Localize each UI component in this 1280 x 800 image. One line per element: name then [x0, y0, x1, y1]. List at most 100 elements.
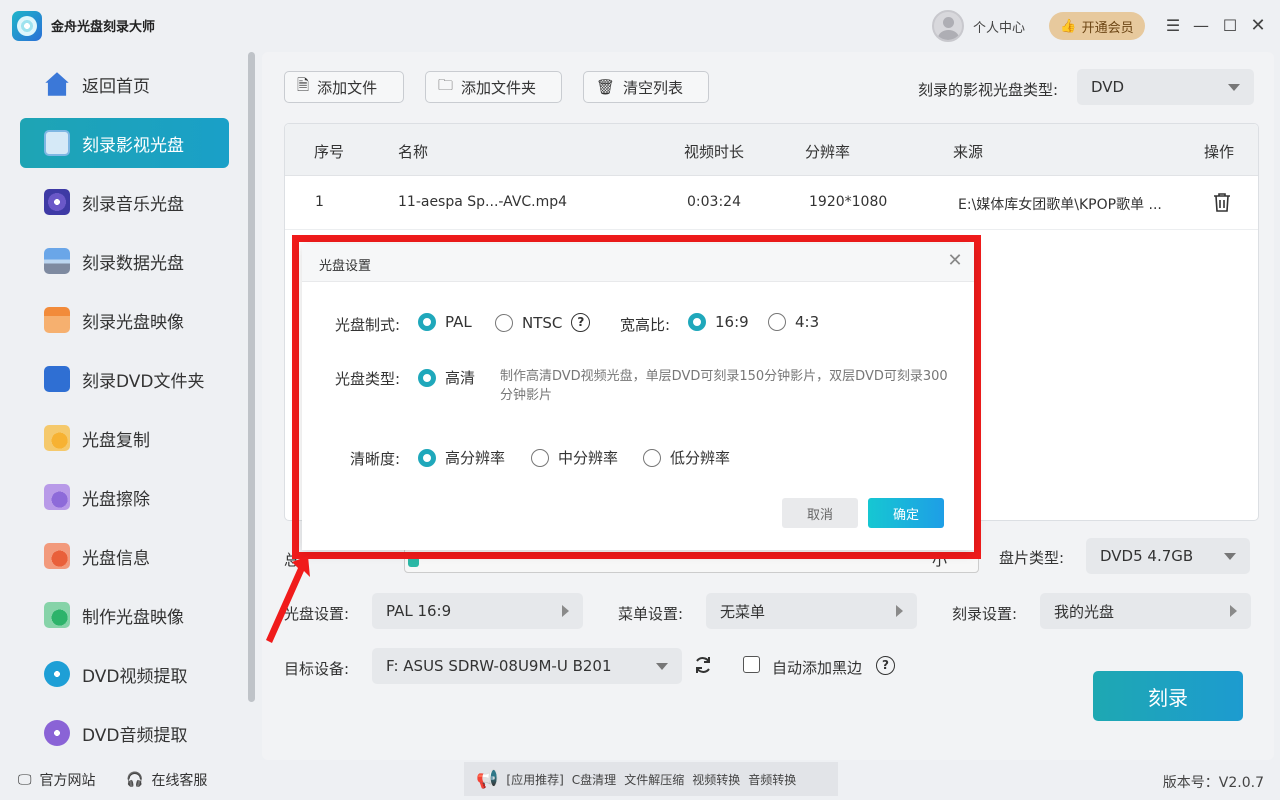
media-type-label: 盘片类型: [999, 549, 1065, 567]
refresh-icon[interactable] [693, 655, 713, 675]
maximize-icon[interactable]: ☐ [1219, 14, 1241, 36]
sidebar-item-label: DVD音频提取 [82, 725, 188, 746]
radio-unchecked-icon [495, 313, 513, 332]
data-disc-icon [44, 248, 70, 274]
add-folder-button[interactable]: 🗀 添加文件夹 [425, 71, 562, 103]
radio-unchecked-icon [768, 313, 786, 331]
sidebar-item-label: 刻录数据光盘 [82, 253, 184, 274]
table-header: 序号 名称 视频时长 分辨率 来源 操作 [285, 124, 1258, 176]
menu-settings-select[interactable]: 无菜单 [706, 593, 917, 629]
app-recommend-bar: 📢 [应用推荐] C盘清理 文件解压缩 视频转换 音频转换 [464, 762, 838, 796]
disc-settings-select[interactable]: PAL 16:9 [372, 593, 583, 629]
sidebar-item-label: 刻录光盘映像 [82, 312, 184, 333]
sidebar-item-burn-music[interactable]: 刻录音乐光盘 [20, 177, 229, 227]
row-source: E:\媒体库女团歌单\KPOP歌单 ... [958, 197, 1162, 213]
quality-label: 清晰度: [350, 450, 401, 468]
cancel-button[interactable]: 取消 [782, 498, 858, 528]
chevron-right-icon [562, 605, 569, 617]
sidebar-item-label: 刻录DVD文件夹 [82, 371, 205, 392]
sidebar-item-home[interactable]: 返回首页 [20, 59, 229, 109]
delete-row-icon[interactable] [1213, 192, 1231, 212]
table-row[interactable]: 1 11-aespa Sp...-AVC.mp4 0:03:24 1920*10… [285, 176, 1258, 230]
media-type-value: DVD5 4.7GB [1100, 547, 1194, 565]
format-radio-ntsc[interactable]: NTSC ? [495, 313, 591, 332]
auto-black-border-label: 自动添加黑边 [772, 659, 863, 677]
sidebar-item-label: 光盘擦除 [82, 489, 150, 510]
help-icon[interactable]: ? [571, 313, 591, 332]
target-device-label: 目标设备: [284, 660, 350, 678]
online-support-label: 在线客服 [151, 773, 208, 789]
sidebar-scrollbar[interactable] [248, 52, 255, 702]
add-file-label: 添加文件 [317, 78, 378, 97]
confirm-button[interactable]: 确定 [868, 498, 944, 528]
vip-label: 开通会员 [1081, 20, 1134, 36]
ratio-option-label: 16:9 [715, 313, 749, 331]
burn-settings-select[interactable]: 我的光盘 [1040, 593, 1251, 629]
trash-icon: 🗑 [596, 78, 616, 96]
disc-type-dialog-label: 光盘类型: [335, 370, 401, 388]
version-label: 版本号：V2.0.7 [1162, 775, 1264, 791]
clear-list-label: 清空列表 [623, 78, 684, 97]
menu-icon[interactable]: ☰ [1162, 14, 1184, 36]
quality-radio-medium[interactable]: 中分辨率 [531, 447, 618, 468]
format-option-label: PAL [445, 313, 472, 331]
burn-button[interactable]: 刻录 [1093, 671, 1243, 721]
ratio-radio-4-3[interactable]: 4:3 [768, 313, 819, 331]
user-center-label: 个人中心 [973, 20, 1026, 36]
minimize-icon[interactable]: — [1190, 14, 1212, 36]
sidebar-item-burn-image[interactable]: 刻录光盘映像 [20, 295, 229, 345]
row-index: 1 [315, 194, 324, 210]
quality-radio-low[interactable]: 低分辨率 [643, 447, 730, 468]
close-window-icon[interactable]: ✕ [1247, 14, 1269, 36]
promo-link-unzip[interactable]: 文件解压缩 [624, 771, 684, 788]
app-logo-icon [12, 11, 42, 41]
quality-radio-high[interactable]: 高分辨率 [418, 447, 505, 468]
quality-option-label: 中分辨率 [558, 449, 619, 467]
sidebar-item-burn-video[interactable]: 刻录影视光盘 [20, 118, 229, 168]
format-radio-pal[interactable]: PAL [418, 313, 472, 331]
type-radio-hd[interactable]: 高清 [418, 367, 475, 388]
sidebar-item-dvd-audio-extract[interactable]: DVD音频提取 [20, 708, 229, 758]
sidebar-item-disc-info[interactable]: 光盘信息 [20, 531, 229, 581]
sidebar-item-disc-erase[interactable]: 光盘擦除 [20, 472, 229, 522]
format-option-label: NTSC [522, 313, 563, 332]
official-website-link[interactable]: 🖵 官方网站 [18, 770, 96, 790]
annotation-arrow-icon [266, 556, 310, 643]
sidebar-item-label: 光盘信息 [82, 548, 150, 569]
sidebar-item-burn-dvd-folder[interactable]: 刻录DVD文件夹 [20, 354, 229, 404]
chevron-down-icon [656, 663, 668, 670]
media-type-select[interactable]: DVD5 4.7GB [1086, 538, 1250, 574]
promo-link-video-convert[interactable]: 视频转换 [692, 771, 740, 788]
disc-type-select[interactable]: DVD [1077, 69, 1254, 105]
disc-erase-icon [44, 484, 70, 510]
type-description: 制作高清DVD视频光盘，单层DVD可刻录150分钟影片，双层DVD可刻录300分… [500, 369, 948, 403]
chevron-right-icon [896, 605, 903, 617]
disc-type-value: DVD [1091, 78, 1125, 96]
vip-button[interactable]: 👍 开通会员 [1049, 12, 1145, 40]
header-name: 名称 [398, 143, 429, 161]
sidebar-item-burn-data[interactable]: 刻录数据光盘 [20, 236, 229, 286]
sidebar-item-label: 制作光盘映像 [82, 607, 184, 628]
user-center-button[interactable]: 个人中心 [932, 10, 1025, 42]
add-file-button[interactable]: 🗎 添加文件 [284, 71, 404, 103]
sidebar-item-label: 刻录影视光盘 [82, 135, 184, 156]
online-support-link[interactable]: 🎧 在线客服 [126, 770, 207, 790]
home-icon [45, 72, 69, 96]
disc-settings-dialog: 光盘设置 ✕ 光盘制式: PAL NTSC ? 宽高比: 16:9 4:3 光盘… [302, 244, 974, 550]
ratio-radio-16-9[interactable]: 16:9 [688, 313, 749, 331]
promo-link-c-clean[interactable]: C盘清理 [572, 771, 616, 788]
sidebar-item-make-image[interactable]: 制作光盘映像 [20, 590, 229, 640]
chevron-down-icon [1228, 84, 1240, 91]
auto-black-border-checkbox[interactable] [743, 656, 760, 673]
sidebar-item-dvd-video-extract[interactable]: DVD视频提取 [20, 649, 229, 699]
help-icon[interactable]: ? [876, 656, 895, 675]
target-device-select[interactable]: F: ASUS SDRW-08U9M-U B201 [372, 648, 682, 684]
promo-link-audio-convert[interactable]: 音频转换 [748, 771, 796, 788]
megaphone-icon: 📢 [476, 768, 499, 790]
clear-list-button[interactable]: 🗑 清空列表 [583, 71, 709, 103]
close-icon[interactable]: ✕ [946, 252, 964, 270]
sidebar-item-disc-copy[interactable]: 光盘复制 [20, 413, 229, 463]
add-file-icon: 🗎 [297, 75, 310, 94]
avatar-icon [932, 10, 964, 42]
official-website-label: 官方网站 [39, 773, 96, 789]
